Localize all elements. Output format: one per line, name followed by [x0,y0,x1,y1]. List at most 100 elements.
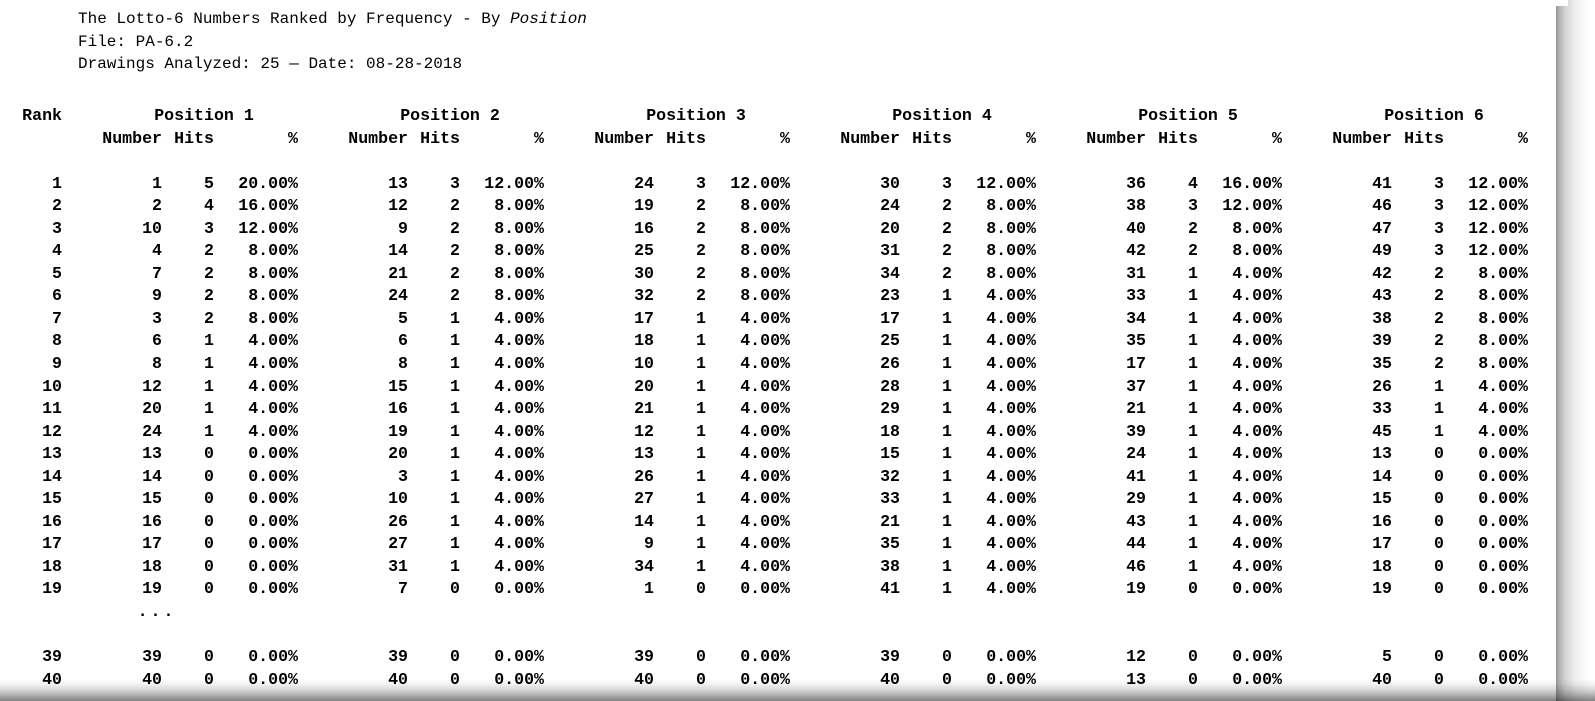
cell-pct-p5: 4.00% [1232,308,1282,328]
cell-number-p1: 24 [142,421,162,441]
cell-pct-p2: 4.00% [494,376,544,396]
cell-pct-p5: 8.00% [1232,218,1282,238]
cell-number-p1: 7 [152,263,162,283]
cell-number-p1: 14 [142,466,162,486]
cell-number-p5: 43 [1126,511,1146,531]
cell-gap [1292,398,1330,421]
cell-gap [308,173,346,196]
group-header-position-5: Position 5 [1138,106,1238,125]
cell-pct-p5: 16.00% [1222,173,1282,193]
cell-number-p4: 41 [880,579,900,599]
cell-pct-p1: 12.00% [238,218,298,238]
cell-pct-p3: 0.00% [740,647,790,667]
cell-pct-p2: 4.00% [494,511,544,531]
cell-pct-p2: 4.00% [494,466,544,486]
cell-hits-p4: 2 [942,196,952,216]
cell-hits-p1: 1 [204,376,214,396]
cell-pct-p2: 4.00% [494,421,544,441]
cell-rank: 6 [52,286,62,306]
cell-pct-p6: 0.00% [1478,466,1528,486]
cell-pct-p3: 4.00% [740,556,790,576]
cell-gap [308,398,346,421]
cell-pct-p6: 8.00% [1478,286,1528,306]
cell-hits-p4: 2 [942,241,952,261]
cell-number-p1: 10 [142,218,162,238]
cell-hits-p1: 0 [204,579,214,599]
cell-pct-p3: 4.00% [740,331,790,351]
cell-number-p6: 47 [1372,218,1392,238]
cell-gap [62,466,100,489]
cell-number-p4: 31 [880,241,900,261]
report-title-prefix: The Lotto-6 Numbers Ranked by Frequency … [78,10,511,28]
table-row: 5 7 2 8.00% 21 2 8.00% 30 2 8.00% 34 2 8.00% 31 1… [0,263,1538,286]
cell-pct-p4: 4.00% [986,354,1036,374]
cell-gap [62,488,100,511]
cell-number-p2: 20 [388,444,408,464]
cell-number-p4: 28 [880,376,900,396]
table-row: 3 10 3 12.00% 9 2 8.00% 16 2 8.00% 20 2 8.00% 40… [0,218,1538,241]
cell-hits-p5: 2 [1188,241,1198,261]
cell-pct-p3: 8.00% [740,286,790,306]
cell-hits-p6: 2 [1434,286,1444,306]
cell-hits-p1: 0 [204,466,214,486]
cell-hits-p1: 1 [204,354,214,374]
cell-number-p4: 35 [880,534,900,554]
cell-gap [308,578,346,601]
cell-pct-p3: 4.00% [740,308,790,328]
cell-gap [308,376,346,399]
cell-gap [554,533,592,556]
report-header: The Lotto-6 Numbers Ranked by Frequency … [78,10,587,78]
cell-number-p3: 25 [634,241,654,261]
subheader-number-5: Number [1086,128,1146,148]
cell-hits-p4: 0 [942,647,952,667]
cell-number-p2: 31 [388,556,408,576]
cell-hits-p6: 3 [1434,196,1444,216]
cell-number-p1: 12 [142,376,162,396]
cell-hits-p2: 1 [450,421,460,441]
cell-number-p6: 19 [1372,579,1392,599]
cell-pct-p3: 4.00% [740,376,790,396]
cell-gap [1046,263,1084,286]
cell-hits-p3: 1 [696,399,706,419]
cell-number-p3: 34 [634,556,654,576]
cell-gap [554,376,592,399]
cell-pct-p3: 4.00% [740,444,790,464]
cell-pct-p2: 0.00% [494,647,544,667]
cell-pct-p4: 8.00% [986,263,1036,283]
cell-hits-p4: 1 [942,444,952,464]
cell-gap [62,421,100,444]
cell-gap [800,263,838,286]
table-row: 19 19 0 0.00% 7 0 0.00% 1 0 0.00% 41 1 4.00% 19 0… [0,578,1538,601]
cell-number-p1: 20 [142,399,162,419]
cell-number-p6: 42 [1372,263,1392,283]
cell-number-p3: 9 [644,534,654,554]
cell-gap [554,240,592,263]
cell-pct-p4: 4.00% [986,331,1036,351]
cell-hits-p5: 1 [1188,376,1198,396]
cell-gap [308,511,346,534]
cell-gap [800,466,838,489]
cell-pct-p5: 4.00% [1232,534,1282,554]
subheader-number-2: Number [348,128,408,148]
subheader-pct-1: % [288,128,298,148]
cell-hits-p2: 1 [450,556,460,576]
cell-number-p5: 44 [1126,534,1146,554]
cell-gap [1292,263,1330,286]
cell-pct-p5: 4.00% [1232,376,1282,396]
cell-pct-p6: 4.00% [1478,399,1528,419]
cell-hits-p3: 1 [696,534,706,554]
cell-gap [62,218,100,241]
cell-number-p6: 17 [1372,534,1392,554]
cell-gap [1046,488,1084,511]
cell-gap [1046,218,1084,241]
cell-gap [308,308,346,331]
cell-gap [1046,330,1084,353]
cell-number-p4: 34 [880,263,900,283]
table-row: 4 4 2 8.00% 14 2 8.00% 25 2 8.00% 31 2 8.00% 42 2… [0,240,1538,263]
cell-pct-p3: 4.00% [740,466,790,486]
cell-pct-p5: 8.00% [1232,241,1282,261]
cell-rank: 39 [42,647,62,667]
cell-gap [554,263,592,286]
cell-number-p4: 30 [880,173,900,193]
cell-pct-p6: 4.00% [1478,421,1528,441]
